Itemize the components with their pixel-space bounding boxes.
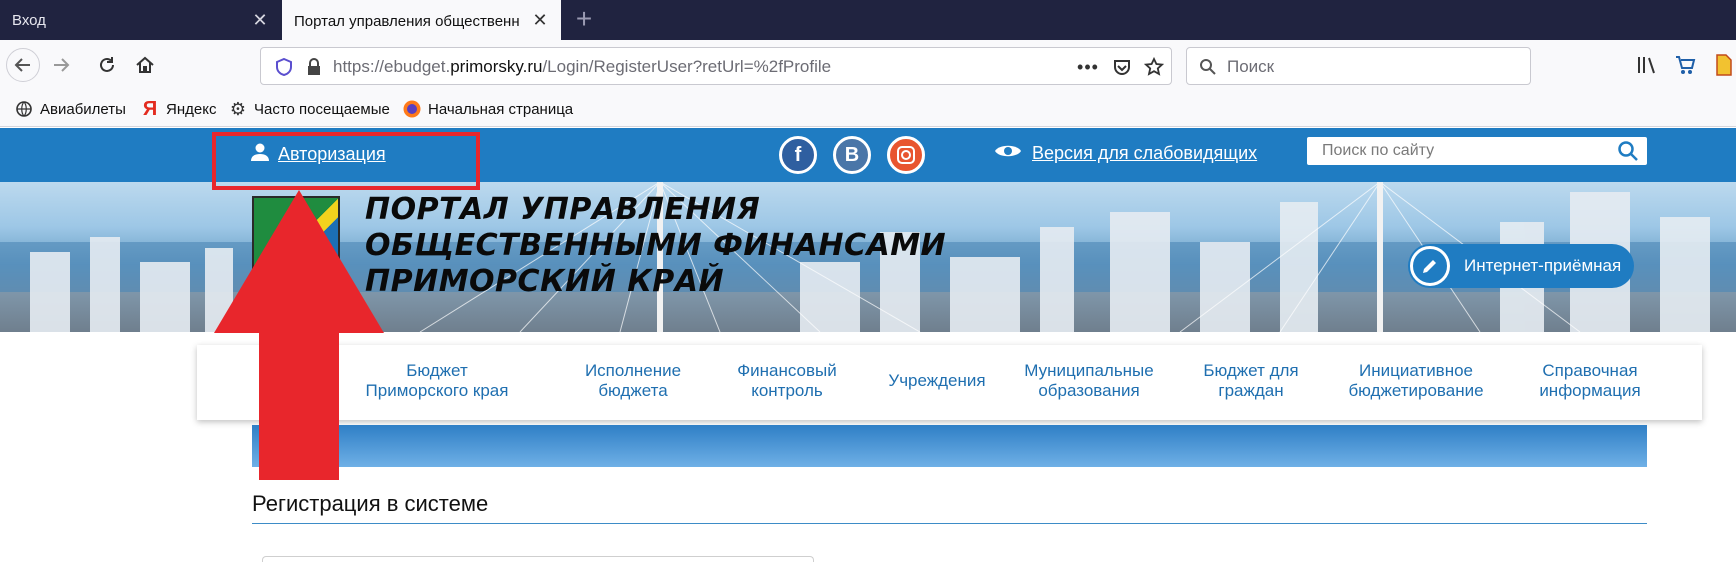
lock-icon[interactable]: [303, 56, 325, 78]
new-tab-icon[interactable]: +: [568, 4, 600, 36]
library-icon[interactable]: [1630, 48, 1664, 82]
annotation-highlight-box: [212, 132, 480, 190]
more-actions-icon[interactable]: •••: [1077, 56, 1099, 78]
breadcrumb: ия: [252, 425, 1647, 467]
close-tab-icon[interactable]: ✕: [249, 9, 271, 31]
instagram-icon[interactable]: [887, 136, 925, 174]
vk-icon[interactable]: B: [833, 136, 871, 174]
back-icon[interactable]: [6, 48, 40, 82]
menu-item-financial-control[interactable]: Финансовый контроль: [717, 361, 857, 401]
portal-title: ПОРТАЛ УПРАВЛЕНИЯ ОБЩЕСТВЕННЫМИ ФИНАНСАМ…: [365, 192, 947, 299]
close-tab-icon[interactable]: ✕: [529, 9, 551, 31]
bookmark-yandex[interactable]: Я Яндекс: [140, 97, 217, 120]
menu-item-institutions[interactable]: Учреждения: [867, 371, 1007, 391]
accessibility-version-label: Версия для слабовидящих: [1032, 143, 1258, 163]
menu-item-budget-for-citizens[interactable]: Бюджет для граждан: [1181, 361, 1321, 401]
url-text: https://ebudget.primorsky.ru/Login/Regis…: [333, 57, 832, 76]
registration-form-top: [262, 556, 814, 562]
site-search-placeholder: Поиск по сайту: [1322, 142, 1435, 159]
internet-reception-button[interactable]: Интернет-приёмная: [1408, 244, 1634, 288]
bookmark-start-page[interactable]: Начальная страница: [402, 98, 573, 120]
bookmarks-toolbar: Авиабилеты Я Яндекс ⚙ Часто посещаемые Н…: [0, 92, 1736, 127]
globe-icon: [14, 99, 34, 119]
tab-title: Вход: [12, 11, 46, 29]
search-icon[interactable]: [1617, 140, 1639, 167]
menu-item-initiative-budgeting[interactable]: Инициативное бюджетирование: [1331, 361, 1501, 401]
shield-icon[interactable]: [273, 56, 295, 78]
browser-search-input[interactable]: Поиск: [1186, 47, 1531, 85]
bookmark-star-icon[interactable]: [1143, 56, 1165, 78]
page-title: Регистрация в системе: [252, 491, 489, 516]
pencil-icon: [1410, 246, 1450, 286]
search-icon: [1197, 56, 1219, 78]
firefox-icon: [402, 99, 422, 119]
tab-portal[interactable]: Портал управления общественными ✕: [282, 0, 561, 42]
menu-item-municipalities[interactable]: Муниципальные образования: [1009, 361, 1169, 401]
pocket-icon[interactable]: [1111, 56, 1133, 78]
yandex-icon: Я: [142, 97, 158, 120]
internet-reception-label: Интернет-приёмная: [1464, 256, 1622, 275]
bookmark-aviabilety[interactable]: Авиабилеты: [14, 98, 126, 120]
gear-icon: ⚙: [229, 98, 247, 119]
extension-icon[interactable]: [1706, 48, 1736, 82]
home-icon[interactable]: [128, 48, 162, 82]
main-menu: Бюджет Приморского края Исполнение бюджета…: [197, 345, 1702, 420]
heading-divider: [252, 523, 1647, 524]
cart-icon[interactable]: [1668, 48, 1702, 82]
accessibility-version-link[interactable]: Версия для слабовидящих: [994, 142, 1257, 165]
bookmark-most-visited[interactable]: ⚙ Часто посещаемые: [228, 98, 390, 120]
browser-tab-bar: Вход ✕ Портал управления общественными ✕…: [0, 0, 1736, 42]
reload-icon[interactable]: [90, 48, 124, 82]
address-bar[interactable]: https://ebudget.primorsky.ru/Login/Regis…: [260, 47, 1172, 85]
eye-icon: [994, 142, 1022, 165]
facebook-icon[interactable]: f: [779, 136, 817, 174]
forward-icon[interactable]: [44, 48, 78, 82]
tab-login[interactable]: Вход ✕: [0, 0, 281, 40]
browser-toolbar: https://ebudget.primorsky.ru/Login/Regis…: [0, 40, 1736, 92]
menu-item-budget-execution[interactable]: Исполнение бюджета: [563, 361, 703, 401]
annotation-arrow-icon: [214, 190, 384, 480]
tab-title: Портал управления общественными: [294, 12, 519, 30]
site-search-input[interactable]: Поиск по сайту: [1307, 137, 1647, 165]
search-placeholder: Поиск: [1227, 57, 1275, 76]
menu-item-reference-info[interactable]: Справочная информация: [1515, 361, 1665, 401]
